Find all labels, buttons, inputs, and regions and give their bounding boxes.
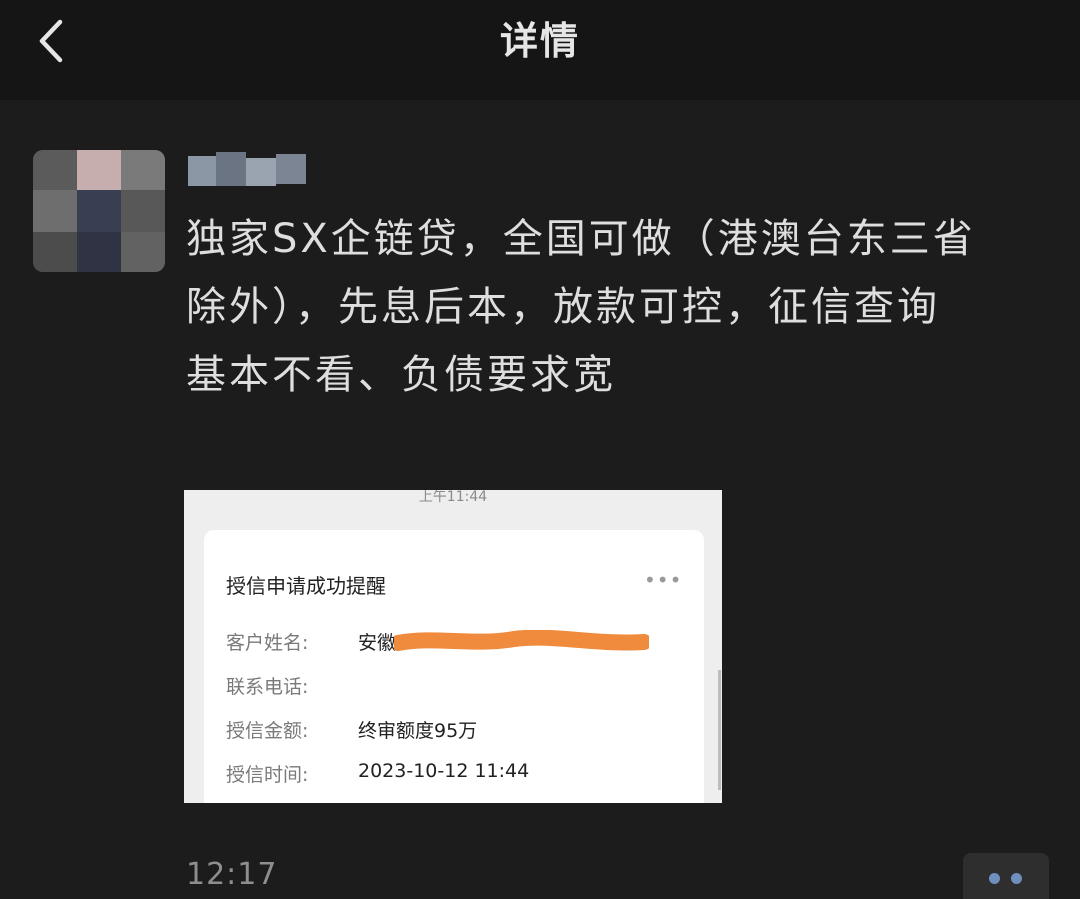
- status-time: 上午11:44: [418, 490, 488, 505]
- avatar-pixel: [121, 232, 165, 272]
- card-title: 授信申请成功提醒: [226, 574, 386, 598]
- row-label: 授信时间:: [226, 764, 309, 786]
- redaction-mark: [394, 630, 649, 651]
- post-timestamp: 12:17: [186, 857, 278, 892]
- row-value: 2023-10-12 11:44: [358, 760, 530, 782]
- avatar-pixel: [33, 232, 77, 272]
- name-pixel: [188, 156, 216, 186]
- post-text-line: 独家SX企链贷，全国可做（港澳台东三省: [186, 216, 976, 262]
- avatar-pixel: [77, 232, 121, 272]
- ellipsis-icon: •••: [644, 568, 683, 592]
- info-row: 授信时间: 2023-10-12 11:44: [226, 760, 696, 788]
- top-bar: 详情: [0, 0, 1080, 100]
- avatar-pixel: [121, 150, 165, 190]
- row-value: 安徽: [358, 632, 397, 654]
- avatar-pixel: [33, 190, 77, 232]
- info-row: 联系电话:: [226, 672, 696, 700]
- attached-image[interactable]: 上午11:44 授信申请成功提醒 ••• 客户姓名: 安徽 联系电话: 授信金额…: [184, 490, 722, 803]
- row-value: 终审额度95万: [358, 720, 478, 742]
- avatar-pixel: [77, 190, 121, 232]
- avatar-pixel: [77, 150, 121, 190]
- avatar-pixel: [33, 150, 77, 190]
- name-pixel: [276, 154, 306, 184]
- row-label: 授信金额:: [226, 720, 309, 742]
- page-title: 详情: [499, 19, 580, 63]
- name-pixel: [246, 158, 276, 186]
- info-row: 授信金额: 终审额度95万: [226, 716, 696, 744]
- row-label: 客户姓名:: [226, 632, 309, 654]
- scrollbar: [718, 670, 721, 790]
- more-dots-icon: [1011, 873, 1022, 884]
- post-text-line: 基本不看、负债要求宽: [186, 352, 616, 398]
- name-pixel: [216, 152, 246, 186]
- post-text: 独家SX企链贷，全国可做（港澳台东三省 除外），先息后本，放款可控，征信查询 基…: [186, 205, 1036, 409]
- more-dots-icon: [989, 873, 1000, 884]
- notification-card: 授信申请成功提醒 ••• 客户姓名: 安徽 联系电话: 授信金额: 终审额度95…: [204, 530, 704, 803]
- author-name[interactable]: [188, 150, 318, 190]
- post-text-line: 除外），先息后本，放款可控，征信查询: [186, 284, 940, 330]
- avatar-pixel: [121, 190, 165, 232]
- avatar[interactable]: [33, 150, 165, 272]
- more-button[interactable]: [963, 853, 1049, 899]
- row-label: 联系电话:: [226, 676, 309, 698]
